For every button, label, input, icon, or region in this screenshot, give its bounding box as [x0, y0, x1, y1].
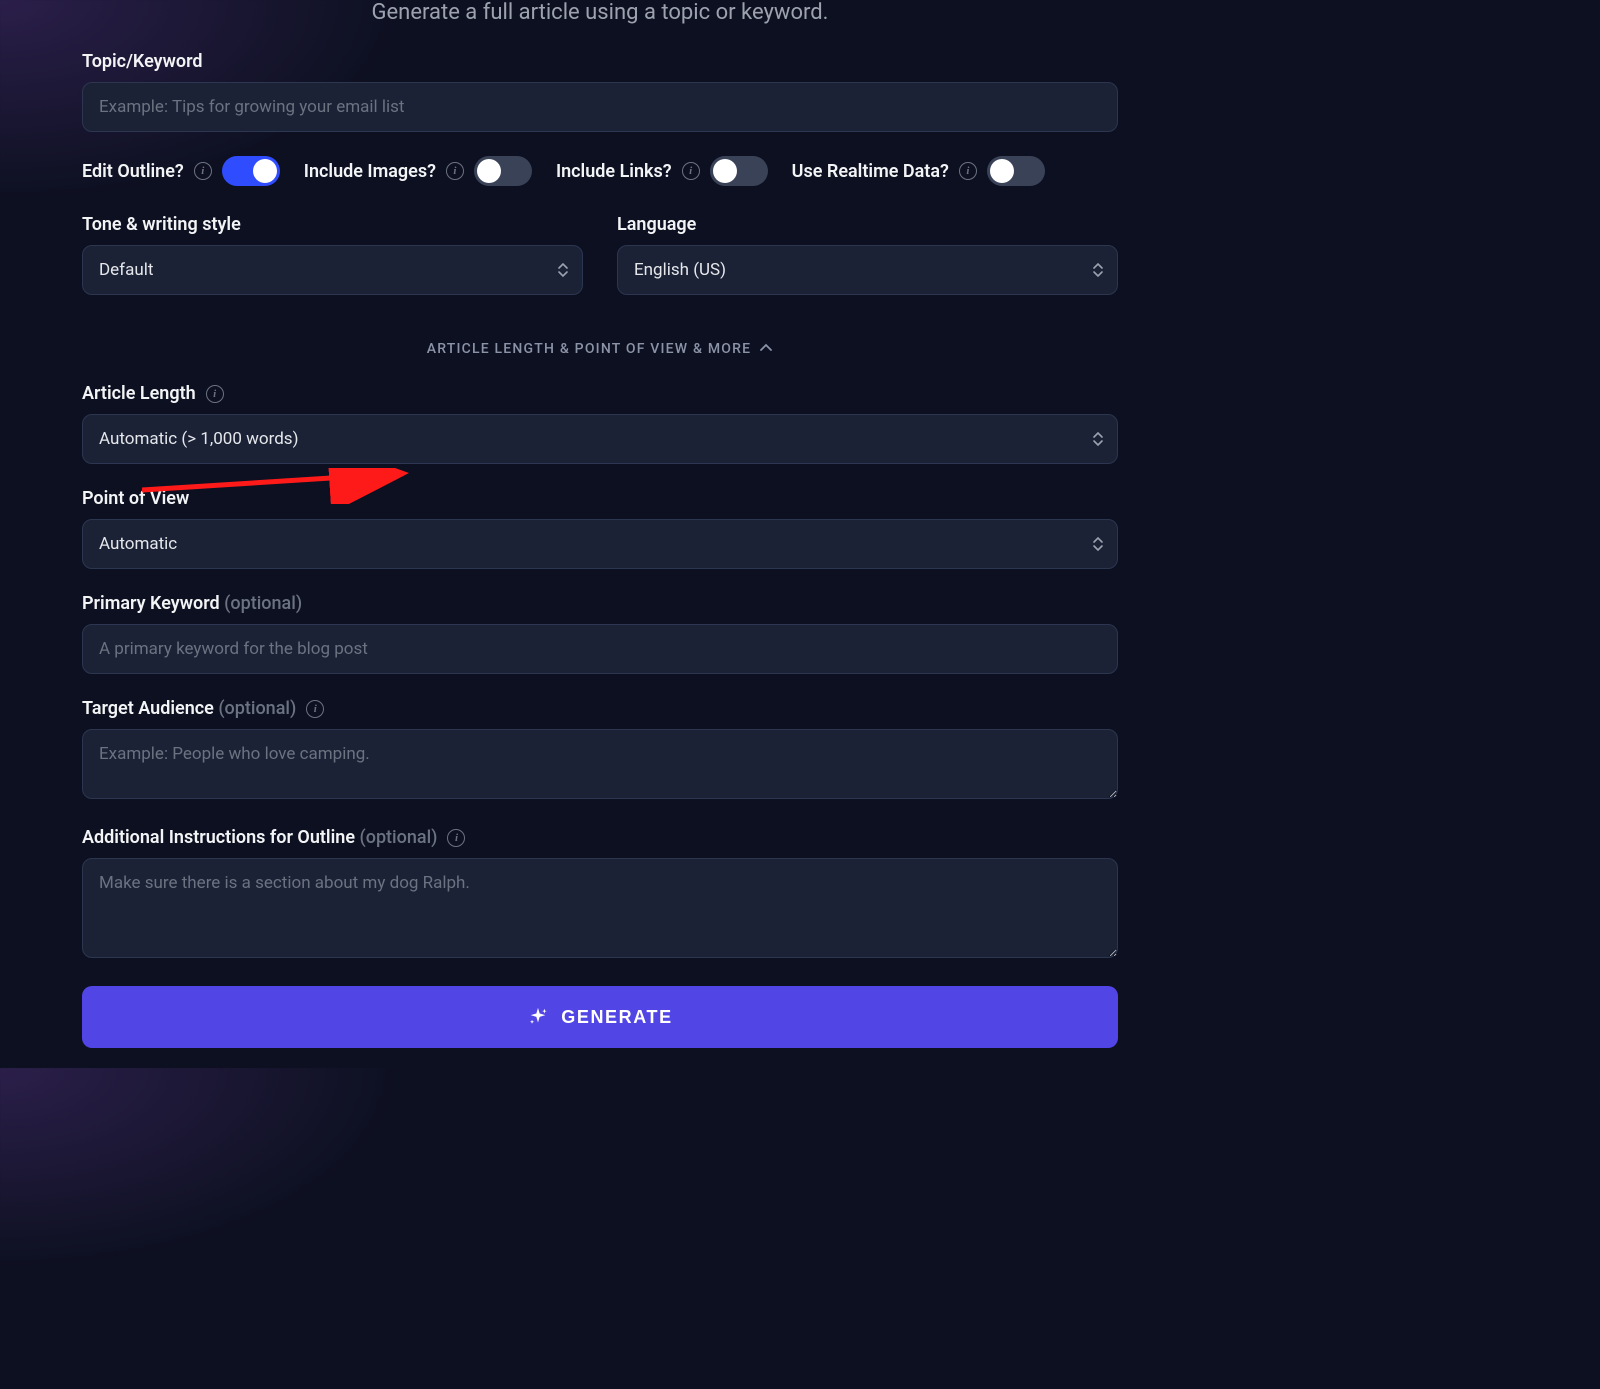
generate-button-label: GENERATE	[561, 1007, 672, 1028]
info-icon[interactable]: i	[194, 162, 212, 180]
topic-label: Topic/Keyword	[82, 51, 1118, 72]
info-icon[interactable]: i	[682, 162, 700, 180]
edit-outline-group: Edit Outline? i	[82, 156, 280, 186]
include-links-group: Include Links? i	[556, 156, 768, 186]
info-icon[interactable]: i	[447, 829, 465, 847]
instructions-field: Additional Instructions for Outline (opt…	[82, 827, 1118, 962]
article-length-label: Article Length	[82, 383, 196, 404]
info-icon[interactable]: i	[306, 700, 324, 718]
tone-select[interactable]: Default	[82, 245, 583, 295]
topic-input[interactable]	[82, 82, 1118, 132]
realtime-group: Use Realtime Data? i	[792, 156, 1045, 186]
toggle-row: Edit Outline? i Include Images? i Includ…	[82, 156, 1118, 186]
sparkle-icon	[527, 1006, 549, 1028]
include-images-group: Include Images? i	[304, 156, 532, 186]
article-length-select[interactable]: Automatic (> 1,000 words)	[82, 414, 1118, 464]
tone-field: Tone & writing style Default	[82, 214, 583, 295]
info-icon[interactable]: i	[446, 162, 464, 180]
pov-select[interactable]: Automatic	[82, 519, 1118, 569]
target-audience-label: Target Audience (optional)	[82, 698, 296, 719]
edit-outline-label: Edit Outline?	[82, 161, 184, 182]
expand-more-options[interactable]: ARTICLE LENGTH & POINT OF VIEW & MORE	[82, 341, 1118, 357]
language-field: Language English (US)	[617, 214, 1118, 295]
tone-label: Tone & writing style	[82, 214, 583, 235]
edit-outline-toggle[interactable]	[222, 156, 280, 186]
include-links-toggle[interactable]	[710, 156, 768, 186]
target-audience-input[interactable]	[82, 729, 1118, 799]
include-images-label: Include Images?	[304, 161, 436, 182]
include-links-label: Include Links?	[556, 161, 672, 182]
topic-field: Topic/Keyword	[82, 51, 1118, 132]
instructions-input[interactable]	[82, 858, 1118, 958]
language-select[interactable]: English (US)	[617, 245, 1118, 295]
target-audience-field: Target Audience (optional) i	[82, 698, 1118, 803]
pov-label: Point of View	[82, 488, 1118, 509]
realtime-label: Use Realtime Data?	[792, 161, 949, 182]
primary-keyword-input[interactable]	[82, 624, 1118, 674]
info-icon[interactable]: i	[206, 385, 224, 403]
primary-keyword-field: Primary Keyword (optional)	[82, 593, 1118, 674]
page-subtitle: Generate a full article using a topic or…	[82, 0, 1118, 25]
instructions-label: Additional Instructions for Outline (opt…	[82, 827, 437, 848]
expander-label: ARTICLE LENGTH & POINT OF VIEW & MORE	[427, 341, 752, 357]
language-label: Language	[617, 214, 1118, 235]
include-images-toggle[interactable]	[474, 156, 532, 186]
generate-button[interactable]: GENERATE	[82, 986, 1118, 1048]
info-icon[interactable]: i	[959, 162, 977, 180]
chevron-up-icon	[759, 341, 773, 357]
article-length-field: Article Length i Automatic (> 1,000 word…	[82, 383, 1118, 464]
pov-field: Point of View Automatic	[82, 488, 1118, 569]
primary-keyword-label: Primary Keyword (optional)	[82, 593, 302, 614]
realtime-toggle[interactable]	[987, 156, 1045, 186]
